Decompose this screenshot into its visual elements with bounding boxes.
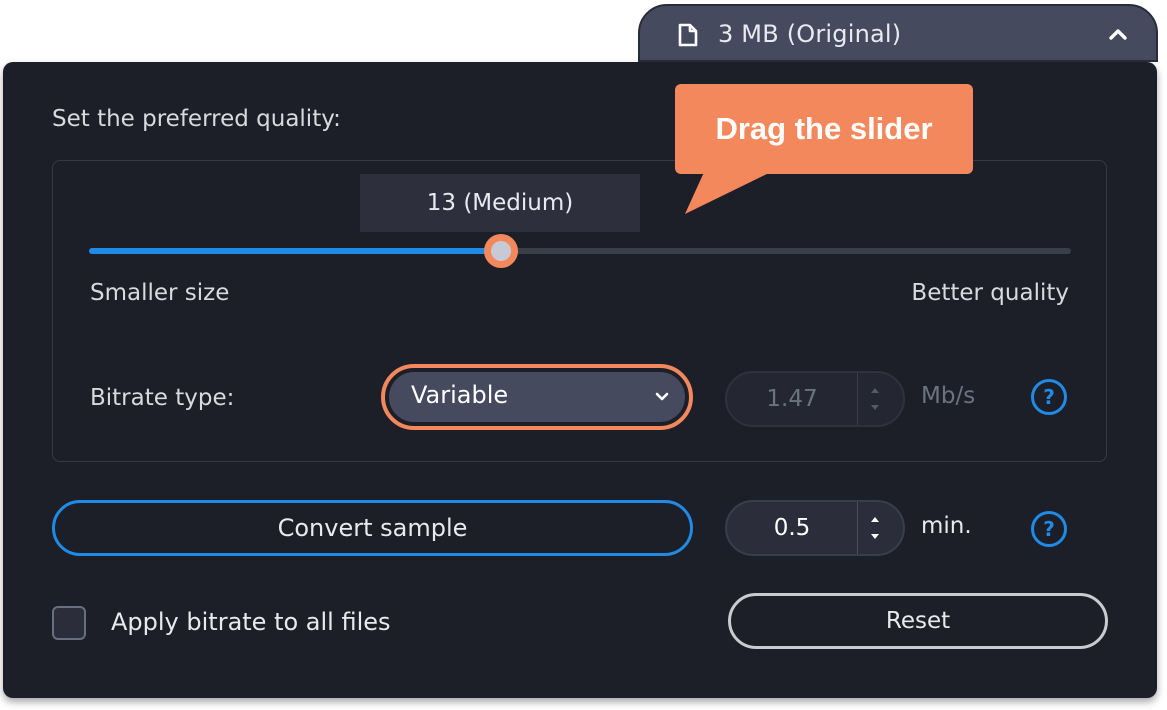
sample-duration-stepper[interactable]: 0.5 — [725, 500, 905, 556]
chevron-down-icon — [655, 392, 669, 401]
slider-min-label: Smaller size — [90, 280, 230, 306]
bitrate-value-stepper: 1.47 — [725, 371, 905, 427]
bitrate-type-select[interactable]: Variable — [381, 364, 693, 430]
slider-max-label: Better quality — [911, 280, 1069, 306]
bitrate-value: 1.47 — [766, 386, 818, 412]
spin-down-icon[interactable] — [868, 532, 882, 542]
bitrate-selected-value: Variable — [411, 381, 509, 409]
spin-up-icon[interactable] — [868, 514, 882, 524]
bitrate-type-label: Bitrate type: — [90, 385, 235, 411]
sample-help-icon[interactable]: ? — [1031, 511, 1067, 547]
callout-text: Drag the slider — [715, 111, 933, 146]
quality-slider[interactable] — [89, 234, 1071, 268]
file-size-label: 3 MB (Original) — [718, 20, 902, 48]
slider-fill — [89, 248, 502, 254]
apply-all-checkbox[interactable] — [52, 606, 86, 640]
reset-button[interactable]: Reset — [728, 593, 1108, 649]
callout-box: Drag the slider — [675, 84, 973, 174]
bitrate-help-icon[interactable]: ? — [1031, 379, 1067, 415]
quality-title: Set the preferred quality: — [52, 106, 341, 132]
apply-all-label[interactable]: Apply bitrate to all files — [111, 608, 391, 636]
sample-duration-value[interactable]: 0.5 — [727, 502, 857, 554]
file-icon — [678, 23, 698, 47]
sample-unit-label: min. — [921, 513, 972, 539]
quality-panel: Set the preferred quality: 13 (Medium) S… — [3, 62, 1157, 698]
quality-value-display: 13 (Medium) — [360, 174, 640, 232]
file-size-dropdown[interactable]: 3 MB (Original) — [638, 4, 1158, 62]
stage: 3 MB (Original) Set the preferred qualit… — [0, 0, 1167, 710]
callout-tail — [685, 170, 775, 214]
spin-down-icon — [871, 405, 879, 410]
bitrate-select-inner: Variable — [389, 372, 685, 422]
stepper-divider — [857, 502, 858, 554]
stepper-divider — [857, 373, 858, 425]
spin-up-icon — [871, 388, 879, 393]
chevron-up-icon — [1109, 29, 1127, 40]
convert-sample-button[interactable]: Convert sample — [52, 500, 693, 556]
bitrate-unit-label: Mb/s — [921, 383, 976, 409]
